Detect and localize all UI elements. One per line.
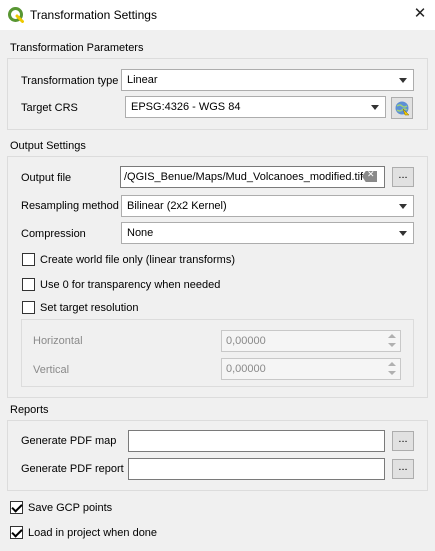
chevron-down-icon [371, 105, 379, 110]
spin-down-icon[interactable] [386, 369, 398, 378]
chevron-down-icon [399, 204, 407, 209]
world-file-checkbox[interactable] [22, 253, 35, 266]
transparency-label: Use 0 for transparency when needed [40, 279, 221, 291]
crs-selector-icon [395, 101, 410, 116]
transformation-type-combo[interactable]: Linear [121, 69, 414, 91]
vertical-spinbox[interactable]: 0,00000 [221, 358, 401, 380]
target-crs-label: Target CRS [21, 102, 78, 114]
output-file-label: Output file [21, 172, 72, 184]
target-crs-combo[interactable]: EPSG:4326 - WGS 84 [125, 96, 386, 118]
transformation-parameters-heading: Transformation Parameters [10, 42, 144, 54]
pdf-map-input[interactable] [128, 430, 385, 452]
reports-heading: Reports [10, 404, 49, 416]
window-title: Transformation Settings [30, 8, 157, 22]
spin-down-icon[interactable] [386, 341, 398, 350]
pdf-map-browse-button[interactable]: ... [392, 431, 414, 451]
save-gcp-label: Save GCP points [28, 502, 113, 514]
resampling-method-label: Resampling method [21, 200, 119, 212]
close-icon[interactable]: ✕ [412, 6, 428, 22]
target-crs-value: EPSG:4326 - WGS 84 [131, 101, 241, 113]
save-gcp-checkbox[interactable] [10, 501, 23, 514]
pdf-report-label: Generate PDF report [21, 463, 124, 475]
target-resolution-checkbox[interactable] [22, 301, 35, 314]
output-file-input[interactable]: /QGIS_Benue/Maps/Mud_Volcanoes_modified.… [120, 166, 385, 188]
load-project-checkbox[interactable] [10, 526, 23, 539]
resampling-method-value: Bilinear (2x2 Kernel) [127, 200, 227, 212]
output-file-value: /QGIS_Benue/Maps/Mud_Volcanoes_modified.… [124, 171, 364, 183]
transformation-type-value: Linear [127, 74, 158, 86]
pdf-report-browse-button[interactable]: ... [392, 459, 414, 479]
chevron-down-icon [399, 78, 407, 83]
spin-up-icon[interactable] [386, 332, 398, 341]
crs-selector-button[interactable] [391, 97, 413, 119]
output-file-browse-button[interactable]: ... [392, 167, 414, 187]
output-settings-heading: Output Settings [10, 140, 86, 152]
pdf-map-label: Generate PDF map [21, 435, 117, 447]
target-resolution-label: Set target resolution [40, 302, 139, 314]
compression-combo[interactable]: None [121, 222, 414, 244]
vertical-value: 0,00000 [226, 363, 266, 375]
horizontal-value: 0,00000 [226, 335, 266, 347]
horizontal-label: Horizontal [33, 335, 83, 347]
compression-label: Compression [21, 228, 86, 240]
world-file-label: Create world file only (linear transform… [40, 254, 236, 266]
resampling-method-combo[interactable]: Bilinear (2x2 Kernel) [121, 195, 414, 217]
load-project-label: Load in project when done [28, 527, 158, 539]
chevron-down-icon [399, 231, 407, 236]
transparency-checkbox[interactable] [22, 278, 35, 291]
qgis-logo-icon [8, 7, 24, 23]
vertical-label: Vertical [33, 364, 70, 376]
pdf-report-input[interactable] [128, 458, 385, 480]
spin-up-icon[interactable] [386, 360, 398, 369]
transformation-type-label: Transformation type [21, 75, 119, 87]
horizontal-spinbox[interactable]: 0,00000 [221, 330, 401, 352]
compression-value: None [127, 227, 154, 239]
